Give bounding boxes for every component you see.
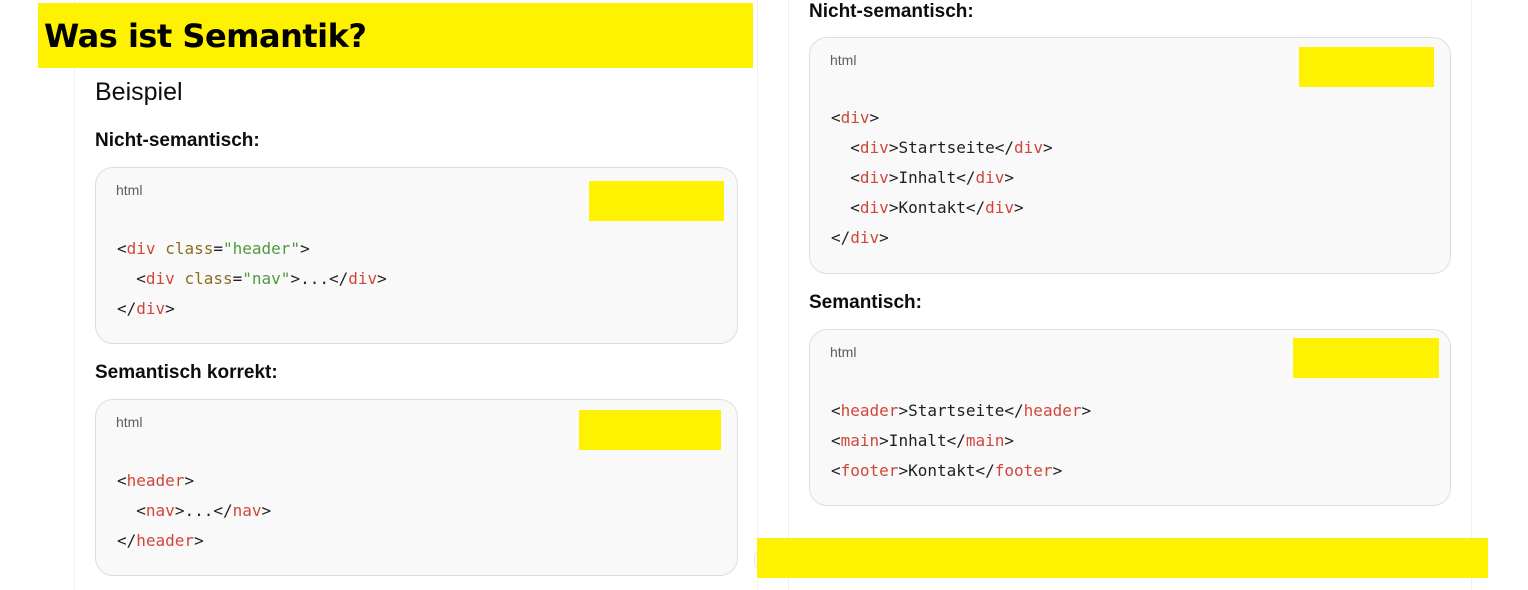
example-heading: Beispiel [95,78,183,106]
right-chat-panel: Nicht-semantisch: html <div> <div>Starts… [788,0,1472,590]
semantic-correct-label: Semantisch korrekt: [95,362,278,383]
page-title: Was ist Semantik? [44,16,367,55]
code-content[interactable]: <header>Startseite</header> <main>Inhalt<… [831,396,1091,486]
copy-code-button-redacted[interactable] [589,181,724,221]
code-line: <nav>...</nav> [117,501,272,520]
code-line: <div>Inhalt</div> [831,168,1015,187]
code-line: <div class="header"> [117,239,310,258]
code-line: </header> [117,531,204,550]
code-content[interactable]: <header> <nav>...</nav> </header> [117,466,271,556]
copy-code-button-redacted[interactable] [579,410,721,450]
code-language-label: html [116,182,143,198]
non-semantic-label: Nicht-semantisch: [95,130,260,151]
code-language-label: html [830,52,857,68]
copy-code-button-redacted[interactable] [1299,47,1434,87]
code-line: <main>Inhalt</main> [831,431,1015,450]
code-line: <header> [117,471,195,490]
page: Beispiel Nicht-semantisch: html <div cla… [0,0,1528,590]
code-line: <header>Startseite</header> [831,401,1092,420]
non-semantic-label: Nicht-semantisch: [809,1,974,22]
code-line: <div>Kontakt</div> [831,198,1024,217]
code-language-label: html [116,414,143,430]
semantic-label: Semantisch: [809,292,922,313]
code-language-label: html [830,344,857,360]
copy-code-button-redacted[interactable] [1293,338,1439,378]
code-line: <div class="nav">...</div> [117,269,387,288]
code-content[interactable]: <div> <div>Startseite</div> <div>Inhalt<… [831,103,1053,253]
redacted-bar [757,538,1488,578]
code-line: </div> [831,228,889,247]
code-line: <div> [831,108,880,127]
title-highlight: Was ist Semantik? [38,3,753,68]
code-line: <footer>Kontakt</footer> [831,461,1063,480]
code-line: </div> [117,299,175,318]
code-content[interactable]: <div class="header"> <div class="nav">..… [117,234,387,324]
code-line: <div>Startseite</div> [831,138,1053,157]
left-chat-panel: Beispiel Nicht-semantisch: html <div cla… [74,0,758,590]
